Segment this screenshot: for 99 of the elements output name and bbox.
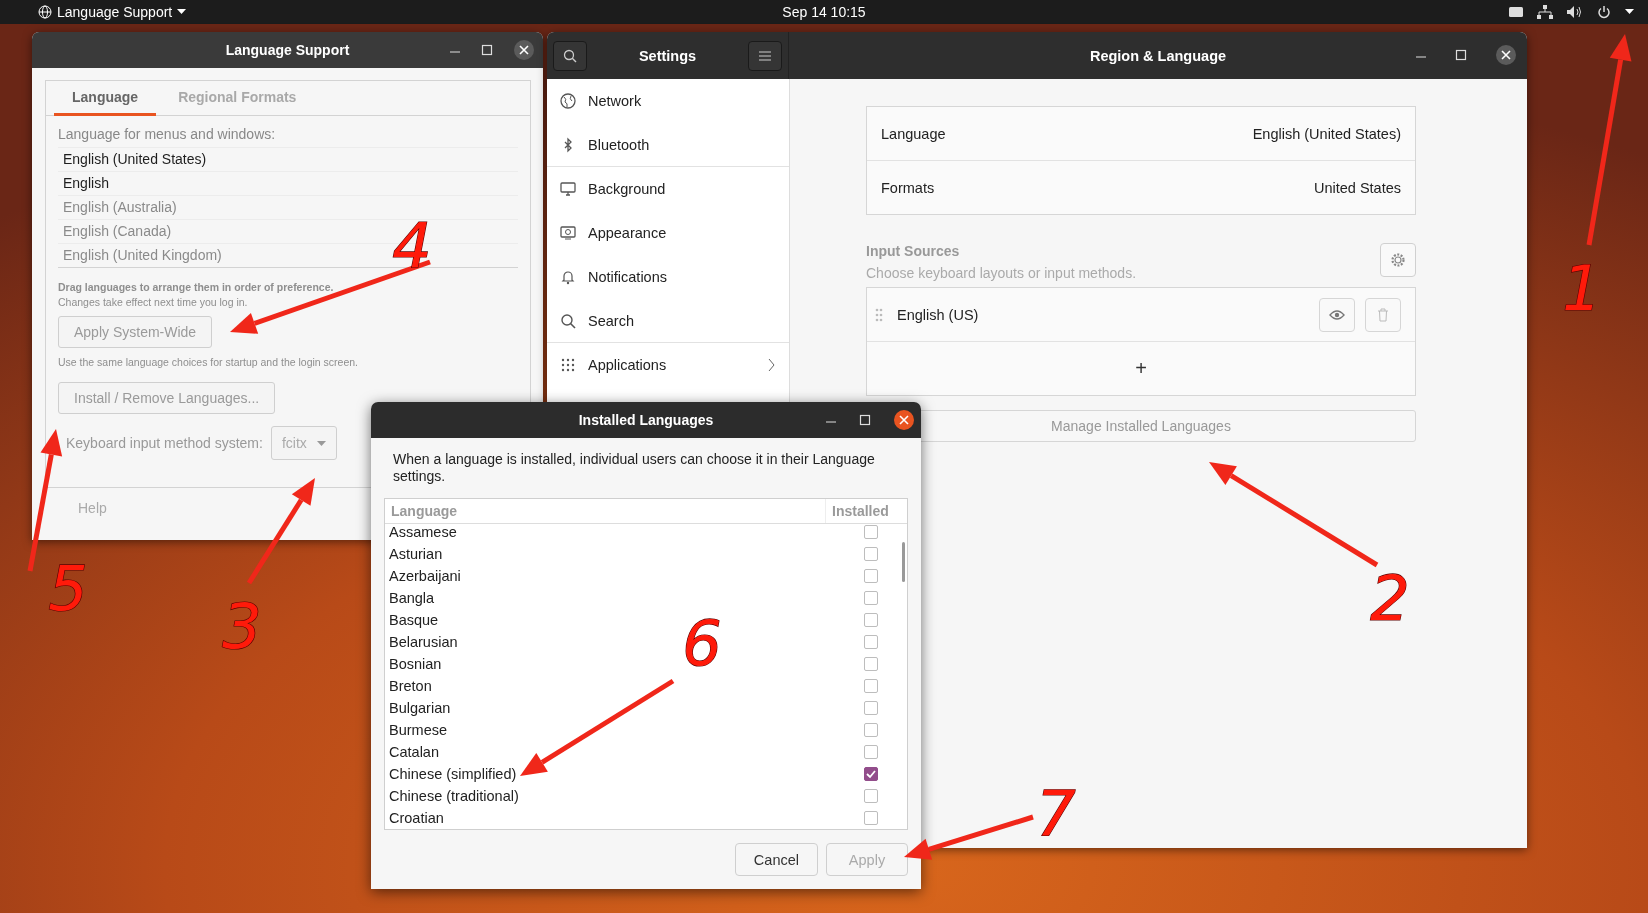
installed-checkbox[interactable] [864,635,878,649]
maximize-icon[interactable] [859,414,871,426]
close-icon[interactable] [513,39,535,61]
drag-handle-icon[interactable] [875,307,883,322]
list-label: Language for menus and windows: [58,126,277,142]
description: When a language is installed, individual users can choose it in their Language settings. [393,451,876,486]
language-name: Chinese (simplified) [389,766,517,782]
menu-icon [759,50,771,61]
volume-icon[interactable] [1567,5,1583,19]
input-method-label: Keyboard input method system: [66,435,263,451]
close-icon[interactable] [1495,44,1517,66]
settings-button[interactable] [1380,243,1416,277]
installed-checkbox[interactable] [864,767,878,781]
window-title: Language Support [225,42,350,58]
installed-checkbox[interactable] [864,679,878,693]
sidebar-item[interactable]: Background [547,167,789,211]
setting-value: United States [1313,179,1401,196]
language-name: Basque [389,612,439,628]
sidebar-item[interactable]: Network [547,79,789,123]
handwritten-number: 1 [1562,252,1602,325]
network-icon[interactable] [1537,5,1553,19]
drag-hint: Drag languages to arrange them in order of preference. [58,280,335,295]
caret-icon [316,440,326,446]
language-name: Croatian [389,810,444,826]
search-icon [560,312,576,329]
sidebar-item[interactable]: Applications [547,343,789,387]
installed-checkbox[interactable] [864,701,878,715]
window-title: Settings [638,47,697,64]
installed-checkbox[interactable] [864,547,878,561]
language-name: Azerbaijani [389,568,461,584]
display-icon [560,225,576,241]
setting-row[interactable]: Language English (United States) [867,107,1415,160]
globe-icon [560,93,576,109]
language-name: Chinese (traditional) [389,788,519,804]
power-icon[interactable] [1597,5,1611,19]
eye-icon [1329,309,1345,320]
installed-checkbox[interactable] [864,657,878,671]
installed-checkbox[interactable] [864,569,878,583]
tab[interactable]: Language [54,81,157,116]
bell-icon [560,269,576,285]
installed-checkbox[interactable] [864,811,878,825]
app-menu[interactable]: Language Support [57,4,173,20]
globe-icon [38,5,52,19]
installed-checkbox[interactable] [864,591,878,605]
panel-title: Region & Language [1089,47,1227,64]
window-title: Installed Languages [578,412,714,428]
language-name: Burmese [389,722,448,738]
search-button[interactable] [553,40,587,71]
preview-button[interactable] [1319,297,1355,332]
trash-icon [1377,307,1389,322]
sidebar-item[interactable]: Bluetooth [547,123,789,167]
dialog-button[interactable]: Cancel [734,843,818,876]
language-name: Asturian [389,546,443,562]
add-button[interactable]: + [867,341,1415,395]
changes-hint: Changes take effect next time you log in. [58,295,249,310]
section-hint: Choose keyboard layouts or input methods. [866,265,1137,281]
maximize-icon[interactable] [1455,49,1467,61]
setting-row[interactable]: Formats United States [867,160,1415,214]
close-icon[interactable] [893,409,915,431]
installed-checkbox[interactable] [864,613,878,627]
sidebar-item[interactable]: Notifications [547,255,789,299]
language-item[interactable]: English [58,171,518,195]
setting-value: English (United States) [1252,125,1401,142]
language-name: Belarusian [389,634,458,650]
monitor-icon [560,181,576,197]
setting-label: Language [881,125,946,142]
language-item[interactable]: English (United States) [58,147,518,171]
grid-icon [560,357,576,373]
installed-checkbox[interactable] [864,745,878,759]
language-name: Bosnian [389,656,442,672]
keyboard-icon[interactable] [1509,7,1523,17]
scrollbar[interactable] [902,542,905,582]
language-name: Bulgarian [389,700,451,716]
language-name: Assamese [389,524,457,540]
handwritten-number: 6 [682,607,722,680]
handwritten-number: 2 [1370,562,1410,635]
maximize-icon[interactable] [481,44,493,56]
sidebar-item[interactable]: Search [547,299,789,343]
menu-button[interactable] [748,40,782,71]
installed-checkbox[interactable] [864,525,878,539]
handwritten-number: 5 [48,552,88,625]
language-name: Catalan [389,744,439,760]
section-title: Input Sources [866,243,961,259]
installed-checkbox[interactable] [864,789,878,803]
caret-icon[interactable] [177,9,187,15]
search-icon [563,48,577,63]
apply-hint: Use the same language choices for startup and the login screen. [58,355,359,370]
sidebar-item[interactable]: Appearance [547,211,789,255]
clock[interactable]: Sep 14 10:15 [782,4,866,20]
language-name: Breton [389,678,432,694]
input-source-name: English (US) [897,306,979,323]
input-source-row[interactable]: English (US) [867,288,1415,341]
setting-label: Formats [881,179,935,196]
caret-icon[interactable] [1625,9,1634,15]
handwritten-number: 7 [1036,777,1076,850]
installed-checkbox[interactable] [864,723,878,737]
language-name: Bangla [389,590,435,606]
settings-icon [1390,252,1406,268]
handwritten-number: 3 [222,590,262,663]
